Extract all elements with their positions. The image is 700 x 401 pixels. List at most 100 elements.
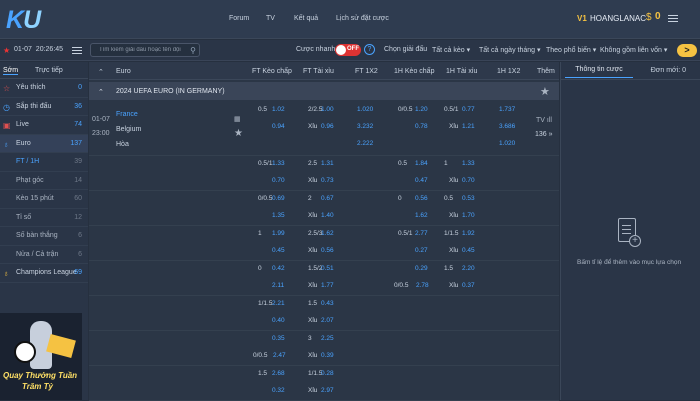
tab-early[interactable]: Sớm	[3, 67, 19, 75]
odds-value[interactable]: 0.28	[321, 370, 334, 377]
date-dropdown[interactable]: Tất cả ngày tháng ▾	[479, 46, 541, 54]
odds-value[interactable]: 1.33	[462, 160, 475, 167]
odds-value[interactable]: 2.77	[415, 230, 428, 237]
odds-value[interactable]: 0.70	[272, 177, 285, 184]
odds-value[interactable]: 0.43	[321, 300, 334, 307]
menu-icon[interactable]	[72, 45, 82, 55]
odds-value[interactable]: 0.37	[462, 282, 475, 289]
odds-value[interactable]: 3.686	[499, 123, 515, 130]
tab-live[interactable]: Trực tiếp	[35, 67, 63, 74]
pending-orders[interactable]: Đơn mới: 0	[651, 67, 686, 74]
sidebar-item-favorites[interactable]: ☆ Yêu thích 0	[0, 79, 88, 98]
collapse-icon[interactable]: ⌃	[98, 68, 104, 76]
odds-value[interactable]: 1.31	[321, 160, 334, 167]
league-row[interactable]: ⌃ 2024 UEFA EURO (IN GERMANY) ★	[89, 82, 559, 100]
sidebar-item-goals[interactable]: Số bàn thắng 6	[0, 227, 88, 246]
nav-tv[interactable]: TV	[266, 15, 275, 22]
odds-value[interactable]: 1.737	[499, 106, 515, 113]
sidebar-item-15min[interactable]: Kèo 15 phút 60	[0, 190, 88, 209]
odds-value[interactable]: 0.51	[321, 265, 334, 272]
odds-value[interactable]: 1.00	[321, 106, 334, 113]
odds-value[interactable]: 1.02	[272, 106, 285, 113]
odds-value[interactable]: 0.94	[272, 123, 285, 130]
odds-value[interactable]: 0.53	[462, 195, 475, 202]
sidebar-item-euro[interactable]: ♁ Euro 137	[0, 134, 88, 153]
odds-value[interactable]: 0.47	[415, 177, 428, 184]
sidebar-item-ft-1h[interactable]: FT / 1H 39	[0, 153, 88, 172]
promo-banner[interactable]: Quay Thưởng Tuần Trăm Tỷ	[0, 313, 82, 400]
nav-forum[interactable]: Forum	[229, 15, 249, 22]
username[interactable]: HOANGLANAC	[590, 14, 646, 23]
tab-bet-info[interactable]: Thông tin cược	[565, 64, 633, 78]
odds-value[interactable]: 0/0.5	[394, 282, 408, 289]
odds-value[interactable]: 1.70	[462, 212, 475, 219]
sidebar-item-half-full[interactable]: Nửa / Cả trận 6	[0, 246, 88, 264]
bet-type-dropdown[interactable]: Tất cả kèo ▾	[432, 46, 470, 54]
odds-value[interactable]: 1.020	[499, 140, 515, 147]
odds-value[interactable]: 0.56	[415, 195, 428, 202]
odds-value[interactable]: 1.92	[462, 230, 475, 237]
search-icon[interactable]: ⚲	[190, 46, 196, 55]
odds-value[interactable]: 0.32	[272, 387, 285, 394]
collapse-icon[interactable]: ⌃	[98, 88, 104, 96]
tv-icon[interactable]: TV ıll	[536, 117, 552, 124]
hamburger-menu-icon[interactable]	[668, 13, 678, 23]
odds-value[interactable]: 1.33	[272, 160, 285, 167]
search-box[interactable]: ⚲	[90, 43, 200, 57]
parlay-dropdown[interactable]: Không gồm liên vốn ▾	[600, 46, 667, 54]
search-input[interactable]	[99, 45, 187, 55]
odds-value[interactable]: 1.40	[321, 212, 334, 219]
more-bets-link[interactable]: 136 »	[535, 131, 553, 138]
odds-value[interactable]: 2.11	[272, 282, 284, 289]
odds-value[interactable]: 2.25	[321, 335, 334, 342]
odds-value[interactable]: 0.77	[462, 106, 475, 113]
odds-value[interactable]: 1.62	[321, 230, 334, 237]
odds-value[interactable]: 2.78	[416, 282, 429, 289]
odds-value[interactable]: 1.99	[272, 230, 285, 237]
odds-value[interactable]: 0.45	[272, 247, 285, 254]
odds-value[interactable]: 0.56	[321, 247, 334, 254]
more-button[interactable]: >	[677, 44, 697, 57]
odds-value[interactable]: 1.62	[415, 212, 428, 219]
sidebar-item-score[interactable]: Tỉ số 12	[0, 209, 88, 227]
ku-logo[interactable]: KU	[6, 6, 41, 35]
odds-value[interactable]: 0/0.5	[253, 352, 267, 359]
odds-value[interactable]: 1.77	[321, 282, 334, 289]
sidebar-item-corners[interactable]: Phạt góc 14	[0, 172, 88, 190]
sidebar-item-champions-league[interactable]: ♁ Champions League 69	[0, 264, 88, 283]
sidebar-item-live[interactable]: ▣ Live 74	[0, 116, 88, 135]
odds-value[interactable]: 0.42	[272, 265, 285, 272]
odds-value[interactable]: 2.47	[273, 352, 286, 359]
odds-value[interactable]: 0.70	[462, 177, 475, 184]
help-icon[interactable]: ?	[364, 44, 375, 55]
nav-results[interactable]: Kết quả	[294, 15, 318, 22]
odds-value[interactable]: 2.21	[272, 300, 285, 307]
quick-bet-toggle[interactable]: OFF	[335, 44, 361, 56]
odds-value[interactable]: 0.73	[321, 177, 334, 184]
odds-value[interactable]: 0.29	[415, 265, 428, 272]
odds-value[interactable]: 0.78	[415, 123, 428, 130]
odds-value[interactable]: 0.40	[272, 317, 285, 324]
odds-value[interactable]: 0.27	[415, 247, 428, 254]
nav-bet-history[interactable]: Lịch sử đặt cược	[336, 15, 389, 22]
odds-value[interactable]: 1.84	[415, 160, 428, 167]
odds-value[interactable]: 1.21	[462, 123, 475, 130]
odds-value[interactable]: 0.69	[272, 195, 285, 202]
odds-value[interactable]: 0.39	[321, 352, 334, 359]
odds-value[interactable]: 1.35	[272, 212, 285, 219]
odds-value[interactable]: 2.222	[357, 140, 373, 147]
odds-value[interactable]: 2.68	[272, 370, 285, 377]
odds-value[interactable]: 2.97	[321, 387, 334, 394]
odds-value[interactable]: 0.35	[272, 335, 285, 342]
sidebar-item-upcoming[interactable]: ◷ Sắp thi đấu 36	[0, 98, 88, 116]
odds-value[interactable]: 0.67	[321, 195, 334, 202]
stats-icon[interactable]: ▦	[234, 115, 241, 123]
odds-value[interactable]: 0.96	[321, 123, 334, 130]
odds-value[interactable]: 2.20	[462, 265, 475, 272]
odds-value[interactable]: 1.20	[415, 106, 428, 113]
select-league-dropdown[interactable]: Chọn giải đấu	[384, 46, 427, 53]
odds-value[interactable]: 1.020	[357, 106, 373, 113]
star-icon[interactable]: ★	[540, 85, 550, 98]
odds-value[interactable]: 3.232	[357, 123, 373, 130]
odds-value[interactable]: 0.45	[462, 247, 475, 254]
